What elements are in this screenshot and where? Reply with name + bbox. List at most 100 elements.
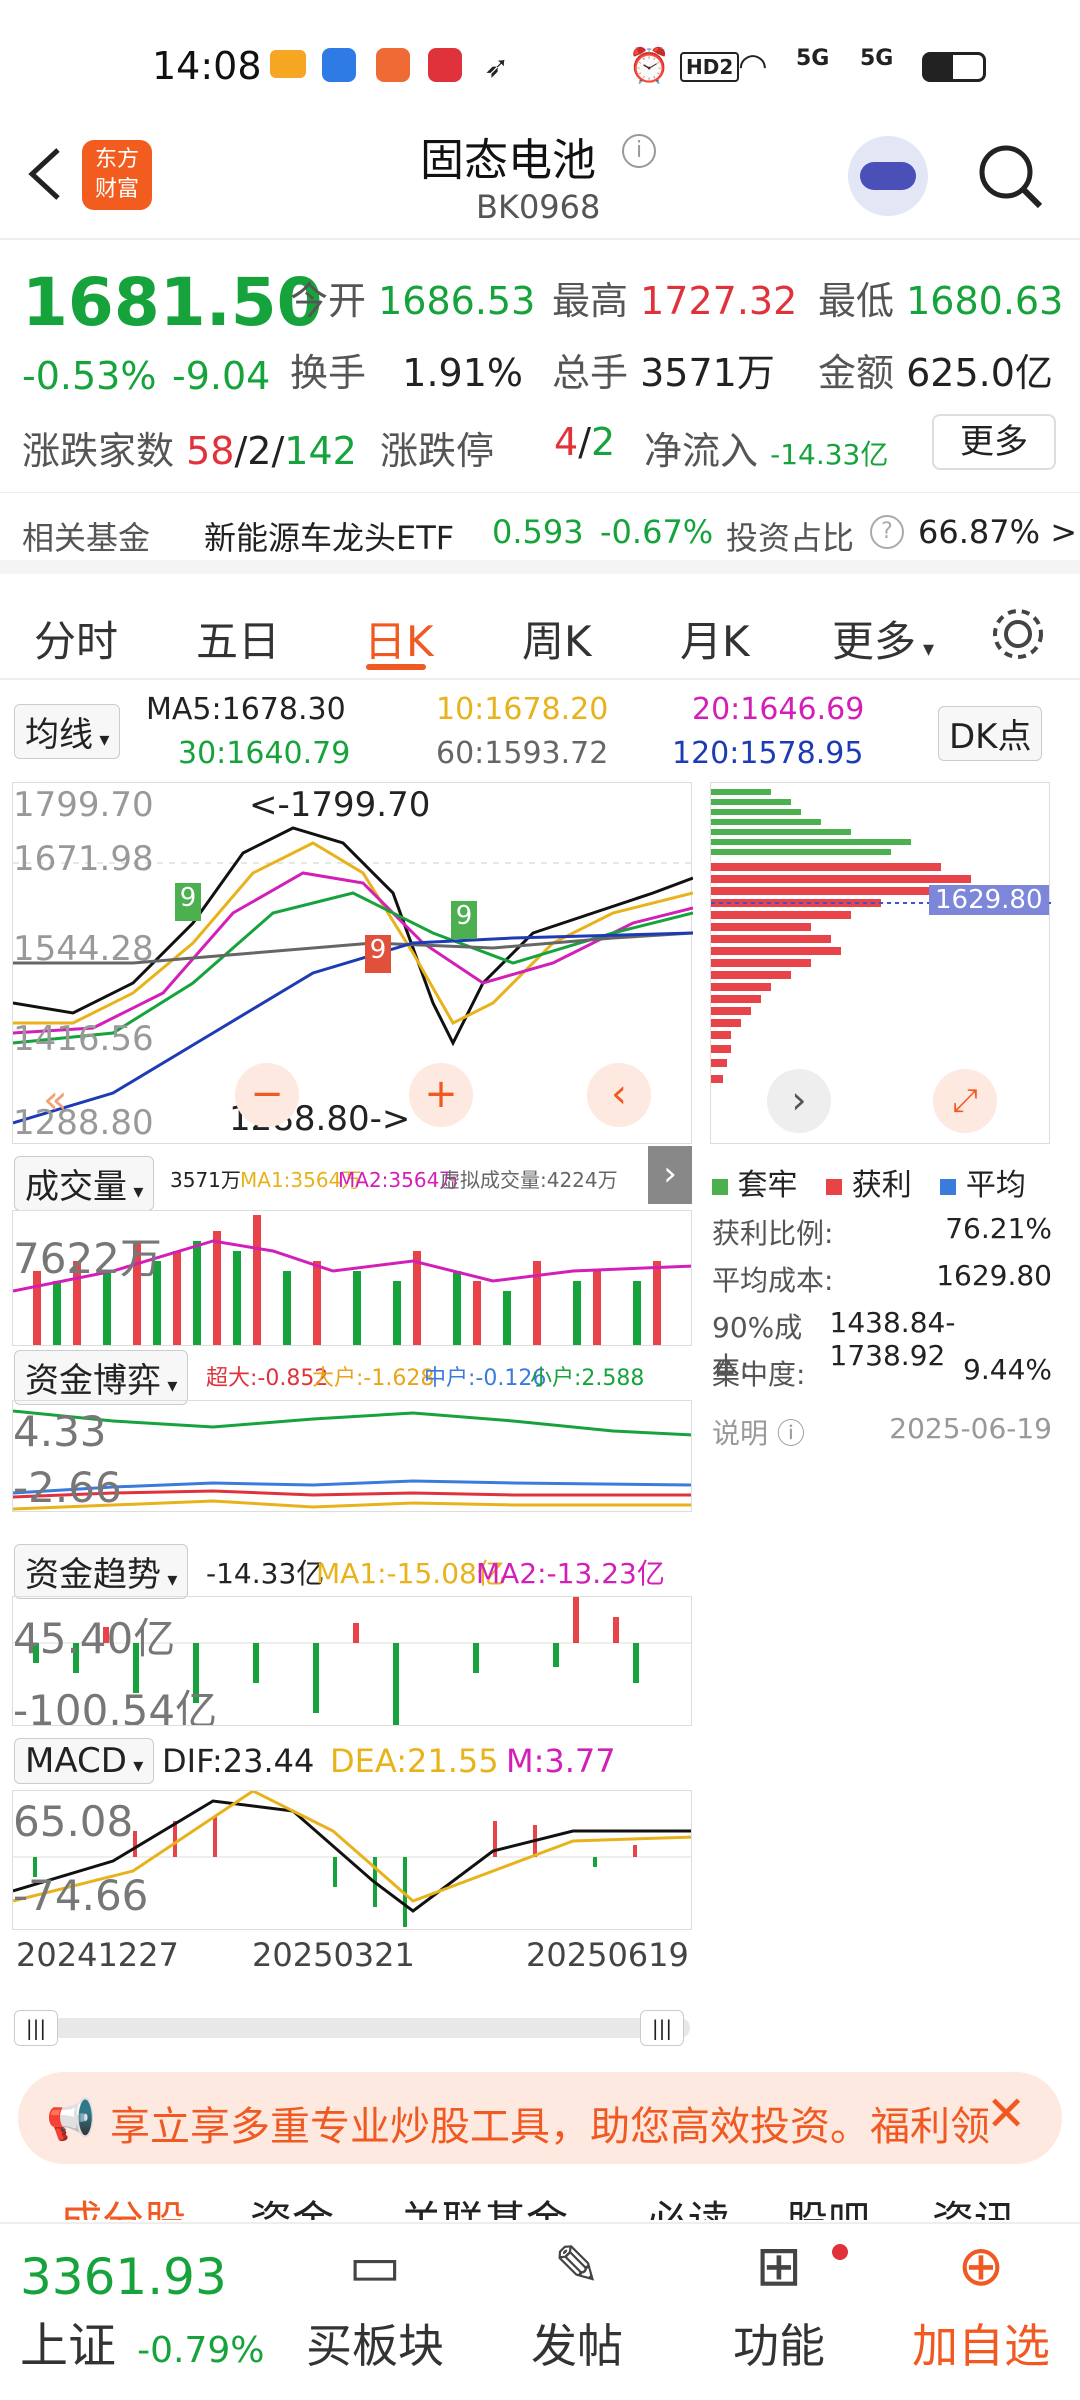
app-icon-5: ➶ bbox=[484, 50, 510, 85]
tab-five-day[interactable]: 五日 bbox=[196, 608, 280, 669]
buy-sector-button[interactable]: ▭ 买板块 bbox=[300, 2234, 450, 2376]
robot-assistant-icon[interactable] bbox=[848, 136, 928, 216]
battery-icon bbox=[922, 52, 986, 82]
volume-select[interactable]: 成交量 ▾ bbox=[14, 1156, 155, 1211]
signal-5g-icon-1: 5G bbox=[796, 46, 830, 71]
bottom-bar: 3361.93 上证 -0.79% ▭ 买板块 ✎ 发帖 ⊞ 功能 ⊕ 加自选 bbox=[0, 2222, 1080, 2400]
close-icon[interactable]: ✕ bbox=[986, 2086, 1026, 2142]
index-quote[interactable]: 3361.93 上证 -0.79% bbox=[20, 2248, 264, 2376]
capital-game-axis-bottom: -2.66 bbox=[13, 1463, 122, 1512]
clock: 14:08 bbox=[152, 44, 262, 88]
chart-area: 均线 ▾ MA5:1678.30 10:1678.20 20:1646.69 3… bbox=[0, 680, 1080, 2060]
chip-distribution-chart bbox=[711, 789, 1051, 1083]
low-value: 1680.63 bbox=[906, 279, 1064, 323]
capital-trend-axis-bottom: -100.54亿 bbox=[13, 1686, 218, 1726]
range-slider-right-handle[interactable]: ||| bbox=[640, 2010, 684, 2046]
ma5-value: MA5:1678.30 bbox=[146, 692, 346, 727]
expand-icon[interactable]: ⤢ bbox=[933, 1069, 997, 1133]
date-mid: 20250321 bbox=[252, 1936, 415, 1974]
subtab-related-funds[interactable]: 关联基金 bbox=[400, 2188, 568, 2220]
settings-gear-icon[interactable] bbox=[990, 606, 1046, 662]
limit-up-count: 4 bbox=[554, 420, 579, 464]
index-change: -0.79% bbox=[137, 2330, 265, 2371]
stat-row: 90%成本: 1438.84-1738.92 bbox=[712, 1306, 956, 1384]
post-button[interactable]: ✎ 发帖 bbox=[502, 2234, 652, 2376]
subtab-constituents[interactable]: 成分股 bbox=[60, 2188, 186, 2220]
capital-trend-axis-top: 45.40亿 bbox=[13, 1614, 176, 1663]
flat-count: 2 bbox=[247, 429, 272, 473]
subtab-must-read[interactable]: 必读 bbox=[646, 2188, 730, 2220]
ma120-value: 120:1578.95 bbox=[672, 736, 864, 771]
tab-intraday[interactable]: 分时 bbox=[34, 608, 118, 669]
promo-banner[interactable]: 📢 享立享多重专业炒股工具，助您高效投资。福利领 ✕ bbox=[18, 2072, 1062, 2164]
change-value: -9.04 bbox=[172, 354, 271, 398]
chip-distribution-panel[interactable]: 1629.80 › ⤢ bbox=[710, 782, 1051, 1144]
chevron-left-icon[interactable]: « bbox=[43, 1077, 67, 1123]
macd-select[interactable]: MACD ▾ bbox=[14, 1738, 155, 1784]
fund-ratio-label: 投资占比 bbox=[726, 519, 855, 557]
tab-weekly-k[interactable]: 周K bbox=[522, 608, 592, 669]
capital-game-select[interactable]: 资金博弈 ▾ bbox=[14, 1350, 189, 1405]
index-name: 上证 bbox=[20, 2318, 117, 2374]
search-icon[interactable] bbox=[974, 140, 1046, 212]
legend-average: 平均 bbox=[965, 1168, 1026, 1203]
signal-9-marker: 9 bbox=[175, 883, 201, 921]
chip-stats: 获利比例: 76.21% 平均成本: 1629.80 90%成本: 1438.84-1… bbox=[712, 1212, 1052, 1459]
macd-dea: DEA:21.55 bbox=[330, 1742, 499, 1780]
open-label: 今开 bbox=[290, 279, 367, 323]
app-icon-4 bbox=[428, 48, 462, 82]
zoom-in-icon[interactable]: + bbox=[409, 1063, 473, 1127]
tab-monthly-k[interactable]: 月K bbox=[680, 608, 750, 669]
large-flow: 大户:-1.628 bbox=[312, 1366, 435, 1391]
back-icon[interactable] bbox=[22, 144, 66, 204]
subtab-news[interactable]: 资讯 bbox=[932, 2188, 1016, 2220]
macd-dif: DIF:23.44 bbox=[162, 1742, 315, 1780]
max-price-marker: <-1799.70 bbox=[249, 785, 431, 825]
dk-point-select[interactable]: DK点 bbox=[938, 706, 1043, 761]
functions-button[interactable]: ⊞ 功能 bbox=[704, 2234, 854, 2376]
more-button[interactable]: 更多 bbox=[932, 414, 1056, 470]
date-end: 20250619 bbox=[526, 1936, 689, 1974]
add-watchlist-button[interactable]: ⊕ 加自选 bbox=[906, 2234, 1056, 2376]
subtab-capital[interactable]: 资金 bbox=[250, 2188, 334, 2220]
panel-toggle-arrow-icon[interactable]: › bbox=[648, 1146, 692, 1204]
chevron-right-icon[interactable]: › bbox=[767, 1069, 831, 1133]
ma-select[interactable]: 均线 ▾ bbox=[14, 704, 121, 759]
range-slider-left-handle[interactable]: ||| bbox=[14, 2010, 58, 2046]
nav-bar: 东方 财富 固态电池 i BK0968 bbox=[0, 100, 1080, 240]
capital-trend-value: -14.33亿 bbox=[206, 1557, 325, 1590]
price-axis-mid2: 1544.28 bbox=[13, 929, 154, 969]
chip-note-row[interactable]: 说明 ⓘ 2025-06-19 bbox=[712, 1412, 1052, 1459]
date-start: 20241227 bbox=[16, 1936, 179, 1974]
tab-more[interactable]: 更多 ▾ bbox=[832, 608, 934, 669]
zoom-out-icon[interactable]: − bbox=[235, 1063, 299, 1127]
last-price: 1681.50 bbox=[22, 264, 323, 341]
fund-change-pct: -0.67% bbox=[600, 513, 714, 551]
volume-panel: 7622万 bbox=[12, 1210, 692, 1346]
range-slider-track[interactable] bbox=[14, 2018, 690, 2038]
quote-panel: 1681.50 -0.53% -9.04 今开 1686.53 最高 1727.… bbox=[22, 264, 1064, 473]
volume-value: 3571万 bbox=[170, 1168, 241, 1192]
change-pct: -0.53% bbox=[22, 354, 157, 398]
related-fund-row[interactable]: 相关基金 新能源车龙头ETF 0.593 -0.67% 投资占比 ? 66.87… bbox=[0, 492, 1080, 574]
kline-panel[interactable]: 1799.70 1671.98 1544.28 1416.56 1288.80 … bbox=[12, 782, 693, 1144]
low-label: 最低 bbox=[818, 279, 895, 323]
price-axis-mid1: 1671.98 bbox=[13, 839, 154, 879]
info-icon[interactable]: i bbox=[622, 134, 656, 168]
scroll-left-icon[interactable]: ‹ bbox=[587, 1063, 651, 1127]
plus-circle-icon: ⊕ bbox=[957, 2234, 1005, 2299]
up-count: 58 bbox=[186, 429, 235, 473]
fund-price: 0.593 bbox=[492, 513, 584, 551]
virtual-volume: 虚拟成交量:4224万 bbox=[440, 1168, 618, 1192]
limit-label: 涨跌停 bbox=[380, 429, 495, 473]
app-icon-2 bbox=[322, 48, 356, 82]
price-axis-top: 1799.70 bbox=[13, 785, 154, 825]
subtab-forum[interactable]: 股吧 bbox=[786, 2188, 870, 2220]
small-flow: 小户:2.588 bbox=[530, 1366, 645, 1391]
help-icon[interactable]: ? bbox=[870, 515, 904, 549]
turnover-value: 1.91% bbox=[402, 351, 523, 395]
stat-row: 平均成本: 1629.80 bbox=[712, 1259, 1052, 1297]
tab-daily-k[interactable]: 日K bbox=[364, 608, 434, 669]
capital-trend-select[interactable]: 资金趋势 ▾ bbox=[14, 1544, 189, 1599]
banner-text: 享立享多重专业炒股工具，助您高效投资。福利领 bbox=[110, 2104, 990, 2150]
